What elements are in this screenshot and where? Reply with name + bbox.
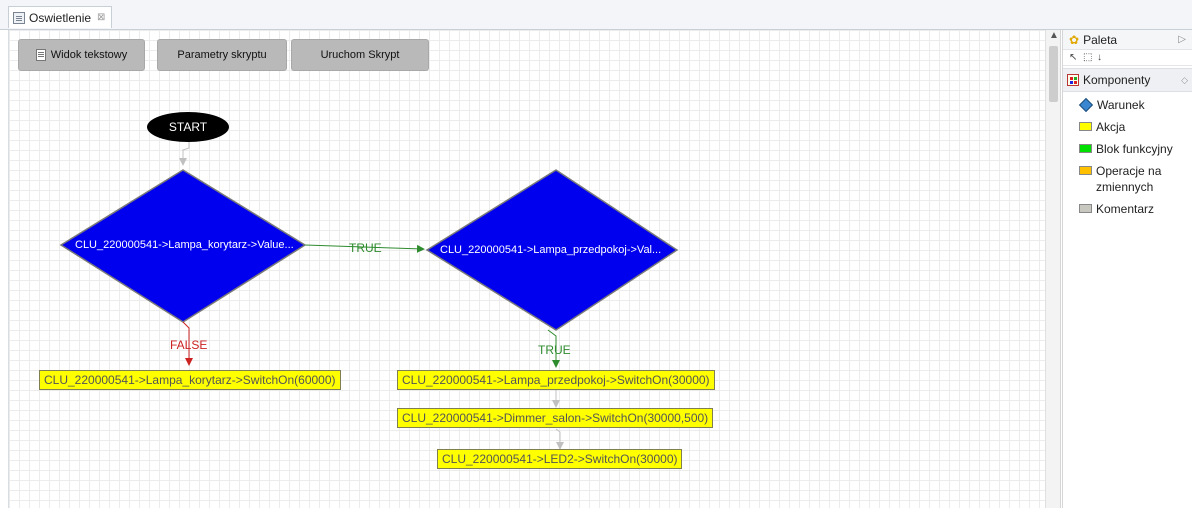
drawer-label: Komponenty (1083, 73, 1151, 87)
palette-item-label: Akcja (1096, 120, 1126, 134)
scroll-up-icon[interactable]: ▲ (1048, 30, 1060, 44)
edge-action2-to-action3 (555, 428, 564, 450)
diamond-icon (1078, 97, 1094, 113)
palette-item-operacje[interactable]: Operacje na zmiennych (1063, 160, 1192, 198)
flow-connections (59, 142, 679, 450)
action-lampa-korytarz[interactable]: CLU_220000541->Lampa_korytarz->SwitchOn(… (39, 370, 341, 390)
condition1-label[interactable]: CLU_220000541->Lampa_korytarz->Value... (75, 239, 294, 251)
palette-item-blok-funkcyjny[interactable]: Blok funkcyjny (1063, 138, 1192, 160)
palette-panel: ✿ Paleta ▷ ↖ ⬚ ↓ Komponenty ◇ Warunek Ak… (1062, 30, 1192, 508)
canvas-vertical-scrollbar[interactable]: ▲ (1045, 30, 1061, 508)
palette-item-label: Warunek (1097, 98, 1145, 112)
action-led2[interactable]: CLU_220000541->LED2->SwitchOn(30000) (437, 449, 683, 469)
tab-oswietlenie[interactable]: Oswietlenie ⊠ (8, 6, 112, 28)
palette-item-komentarz[interactable]: Komentarz (1063, 198, 1192, 220)
script-file-icon (13, 11, 25, 24)
false-edge-label: FALSE (170, 338, 208, 352)
tab-title: Oswietlenie (29, 10, 92, 25)
scroll-thumb[interactable] (1049, 46, 1058, 102)
true-edge-label-1: TRUE (349, 241, 382, 255)
palette-header: ✿ Paleta ▷ (1063, 30, 1192, 50)
palette-item-warunek[interactable]: Warunek (1063, 92, 1192, 116)
drawer-toggle-icon[interactable]: ◇ (1181, 75, 1188, 86)
orange-swatch-icon (1079, 166, 1092, 175)
edge-start-to-condition1 (179, 142, 190, 166)
true-edge-label-2: TRUE (538, 343, 571, 357)
palette-item-akcja[interactable]: Akcja (1063, 116, 1192, 138)
components-icon (1067, 74, 1079, 86)
connection-tool-icon[interactable]: ↓ (1097, 52, 1108, 63)
palette-tools: ↖ ⬚ ↓ (1063, 50, 1192, 66)
close-icon[interactable]: ⊠ (97, 12, 105, 23)
condition2-label[interactable]: CLU_220000541->Lampa_przedpokoj->Val... (440, 244, 661, 256)
flow-canvas[interactable]: Widok tekstowy Parametry skryptu Uruchom… (8, 30, 1045, 508)
palette-item-label: Komentarz (1096, 202, 1155, 216)
green-swatch-icon (1079, 144, 1092, 153)
collapse-arrow-icon[interactable]: ▷ (1178, 34, 1186, 45)
editor-tab-bar: Oswietlenie ⊠ (0, 0, 1192, 30)
palette-icon: ✿ (1069, 32, 1080, 47)
action-lampa-przedpokoj[interactable]: CLU_220000541->Lampa_przedpokoj->SwitchO… (397, 370, 715, 390)
palette-drawer-komponenty[interactable]: Komponenty ◇ (1063, 68, 1192, 92)
select-tool-icon[interactable]: ↖ (1069, 52, 1080, 63)
action-dimmer-salon[interactable]: CLU_220000541->Dimmer_salon->SwitchOn(30… (397, 408, 714, 428)
yellow-swatch-icon (1079, 122, 1092, 131)
gray-swatch-icon (1079, 204, 1092, 213)
palette-title: Paleta (1083, 32, 1118, 47)
marquee-tool-icon[interactable]: ⬚ (1083, 52, 1094, 63)
palette-item-label: Blok funkcyjny (1096, 142, 1173, 156)
start-node[interactable]: START (147, 112, 229, 142)
palette-item-label: Operacje na zmiennych (1096, 164, 1162, 194)
